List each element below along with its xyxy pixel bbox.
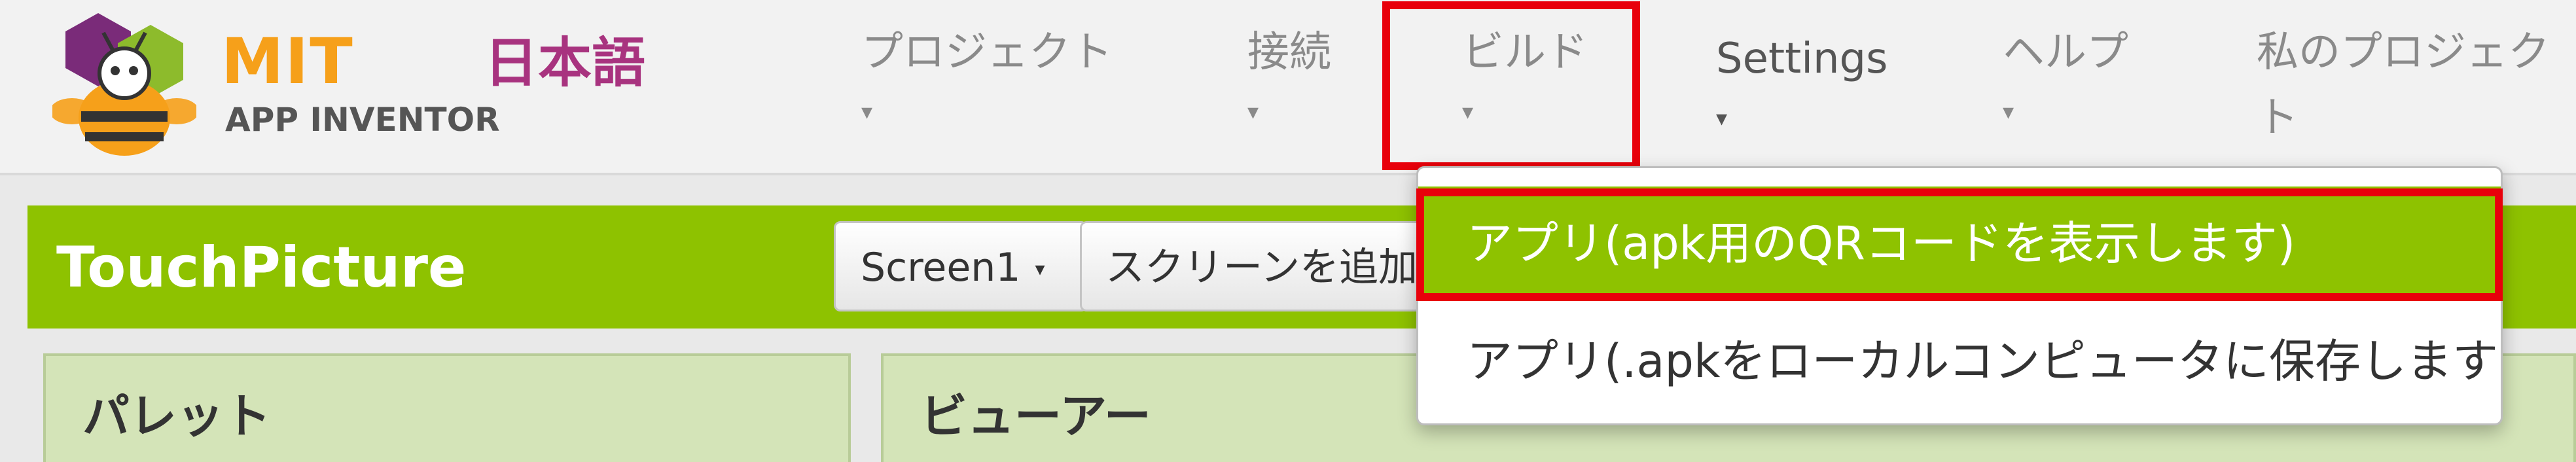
- nav-menu-connect-label: 接続: [1247, 28, 1331, 77]
- screen-select-label: Screen1: [861, 245, 1021, 291]
- nav-menu-settings[interactable]: Settings ▾: [1716, 38, 1888, 130]
- app-inventor-logo-icon[interactable]: [50, 13, 199, 164]
- app-inventor-wordmark: APP INVENTOR: [225, 101, 500, 139]
- nav-menu-my-projects-label: 私のプロジェク: [2257, 28, 2550, 77]
- language-selector[interactable]: 日本語: [484, 37, 645, 90]
- project-title: TouchPicture: [56, 235, 467, 300]
- top-navigation-bar: MIT APP INVENTOR 日本語 プロジェクト ▾ 接続 ▾ ビルド ▾…: [0, 0, 2576, 175]
- qr-item-highlight-box: [1416, 188, 2503, 301]
- mit-wordmark: MIT: [221, 25, 354, 98]
- nav-menu-my-projects-label-wrap: ト: [2257, 94, 2299, 142]
- chevron-down-icon: ▾: [1716, 105, 1728, 132]
- nav-menu-help-label: ヘルプ: [2003, 28, 2128, 77]
- chevron-down-icon: ▾: [1035, 258, 1045, 281]
- add-screen-button[interactable]: スクリーンを追加: [1080, 221, 1446, 311]
- nav-menu-project-label: プロジェクト: [861, 28, 1113, 77]
- nav-menu-help[interactable]: ヘルプ ▾: [2003, 31, 2128, 123]
- screen-select-button[interactable]: Screen1 ▾: [834, 221, 1088, 311]
- nav-menu-project[interactable]: プロジェクト ▾: [861, 31, 1113, 123]
- viewer-title: ビューアー: [920, 389, 1151, 444]
- build-menu-highlight-box: [1382, 1, 1640, 170]
- nav-menu-settings-label: Settings: [1716, 35, 1888, 83]
- nav-menu-connect[interactable]: 接続 ▾: [1247, 31, 1331, 123]
- chevron-down-icon: ▾: [861, 99, 873, 125]
- menu-item-apk-save-local[interactable]: アプリ(.apkをローカルコンピュータに保存します): [1418, 319, 2501, 404]
- chevron-down-icon: ▾: [2003, 99, 2014, 125]
- palette-panel: パレット: [43, 353, 851, 462]
- nav-menu-my-projects[interactable]: 私のプロジェク ト: [2257, 31, 2550, 139]
- palette-title: パレット: [82, 389, 272, 444]
- chevron-down-icon: ▾: [1247, 99, 1259, 125]
